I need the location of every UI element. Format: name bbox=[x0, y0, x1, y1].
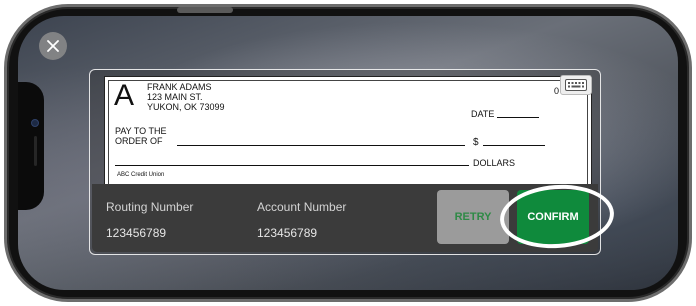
keyboard-button[interactable] bbox=[560, 75, 592, 95]
bank-name: ABC Credit Union bbox=[117, 172, 165, 178]
check-logo: A bbox=[114, 79, 135, 112]
close-icon bbox=[47, 40, 59, 52]
keyboard-icon bbox=[565, 79, 587, 91]
pay-to-label: PAY TO THE ORDER OF bbox=[115, 126, 167, 146]
phone-side-button bbox=[177, 7, 233, 13]
amount-line bbox=[483, 145, 545, 146]
payee-line bbox=[177, 145, 465, 146]
pay-to-line1: PAY TO THE bbox=[115, 126, 167, 136]
amount-words-line bbox=[115, 165, 469, 166]
address-line-street: 123 MAIN ST. bbox=[147, 92, 203, 102]
front-camera bbox=[31, 119, 39, 127]
date-label: DATE bbox=[471, 109, 495, 119]
account-number-value: 123456789 bbox=[257, 226, 318, 240]
close-button[interactable] bbox=[39, 32, 67, 60]
phone-notch bbox=[18, 82, 44, 210]
phone-speaker bbox=[34, 136, 37, 166]
check-number: 0 bbox=[553, 86, 559, 96]
dollars-label: DOLLARS bbox=[473, 158, 516, 168]
routing-number-label: Routing Number bbox=[106, 200, 194, 214]
account-number-label: Account Number bbox=[257, 200, 347, 214]
check-image: A FRANK ADAMS 123 MAIN ST. YUKON, OK 730… bbox=[104, 76, 592, 186]
address-line-name: FRANK ADAMS bbox=[147, 82, 212, 92]
check-address: FRANK ADAMS 123 MAIN ST. YUKON, OK 73099 bbox=[147, 82, 225, 112]
retry-button[interactable]: RETRY bbox=[437, 190, 509, 244]
address-line-city: YUKON, OK 73099 bbox=[147, 102, 225, 112]
pay-to-line2: ORDER OF bbox=[115, 136, 163, 146]
date-line bbox=[497, 117, 539, 118]
dollar-sign: $ bbox=[473, 137, 479, 148]
routing-number-value: 123456789 bbox=[106, 226, 167, 240]
